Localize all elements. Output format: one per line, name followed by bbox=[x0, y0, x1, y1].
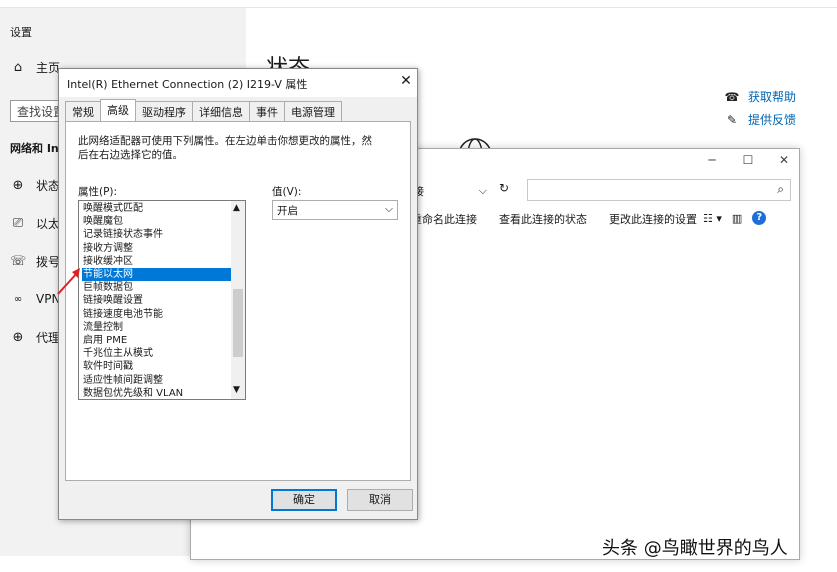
chevron-down-icon: ⌵ bbox=[385, 203, 393, 215]
rename-connection-button[interactable]: 重命名此连接 bbox=[411, 211, 477, 229]
connection-toolbar: 重命名此连接 查看此连接的状态 更改此连接的设置 bbox=[411, 211, 697, 229]
settings-search-input[interactable]: 查找设置 bbox=[10, 100, 62, 122]
view-controls: ☷ ▾ ▥ ? bbox=[703, 211, 767, 225]
nav-proxy-label: 代理 bbox=[36, 330, 61, 345]
nav-home[interactable]: ⌂ 主页 bbox=[10, 56, 60, 78]
get-help-link[interactable]: ☎ 获取帮助 bbox=[724, 88, 797, 105]
annotation-arrow-icon bbox=[57, 268, 80, 295]
ok-button[interactable]: 确定 bbox=[271, 489, 337, 511]
feedback-link[interactable]: ✎ 提供反馈 bbox=[724, 111, 796, 128]
preview-pane-icon[interactable]: ▥ bbox=[732, 212, 742, 225]
property-item[interactable]: 唤醒模式匹配 bbox=[82, 202, 232, 215]
property-item[interactable]: 记录链接状态事件 bbox=[82, 228, 232, 241]
chevron-down-icon: ⌵ bbox=[478, 184, 487, 197]
scroll-thumb[interactable] bbox=[233, 289, 243, 357]
change-settings-button[interactable]: 更改此连接的设置 bbox=[609, 211, 697, 229]
property-list[interactable]: 唤醒模式匹配 唤醒魔包 记录链接状态事件 接收方调整 接收缓冲区 节能以太网 巨… bbox=[78, 200, 246, 400]
tab-details[interactable]: 详细信息 bbox=[192, 101, 250, 121]
top-edge bbox=[0, 0, 837, 8]
ethernet-icon: ⎚ bbox=[12, 215, 24, 231]
feedback-label: 提供反馈 bbox=[748, 113, 797, 127]
property-item[interactable]: 数据包优先级和 VLAN bbox=[82, 387, 232, 399]
view-status-button[interactable]: 查看此连接的状态 bbox=[499, 211, 587, 229]
tab-advanced[interactable]: 高级 bbox=[100, 99, 136, 121]
maximize-button[interactable]: ☐ bbox=[737, 153, 759, 171]
tab-events[interactable]: 事件 bbox=[249, 101, 285, 121]
property-item-selected[interactable]: 节能以太网 bbox=[82, 268, 232, 282]
view-options-icon[interactable]: ☷ ▾ bbox=[703, 212, 722, 225]
cancel-button[interactable]: 取消 bbox=[347, 489, 413, 511]
value-select[interactable]: 开启 ⌵ bbox=[272, 200, 398, 220]
nav-status-label: 状态 bbox=[36, 178, 61, 193]
tab-general[interactable]: 常规 bbox=[65, 101, 101, 121]
close-window-button[interactable]: ✕ bbox=[773, 153, 795, 171]
property-label: 属性(P): bbox=[78, 186, 118, 198]
home-icon: ⌂ bbox=[13, 59, 23, 75]
settings-title: 设置 bbox=[10, 26, 32, 39]
proxy-icon: ⊕ bbox=[12, 329, 24, 345]
description-text: 此网络适配器可使用下列属性。在左边单击你想更改的属性，然后在右边选择它的值。 bbox=[78, 135, 372, 161]
value-select-text: 开启 bbox=[277, 205, 298, 217]
adapter-properties-dialog: Intel(R) Ethernet Connection (2) I219-V … bbox=[58, 68, 418, 520]
property-item[interactable]: 唤醒魔包 bbox=[82, 215, 232, 228]
get-help-label: 获取帮助 bbox=[748, 90, 797, 104]
nav-home-label: 主页 bbox=[36, 60, 61, 75]
nav-status[interactable]: ⊕ 状态 bbox=[10, 174, 60, 196]
property-item[interactable]: 链接唤醒设置 bbox=[82, 294, 232, 307]
advanced-tab-panel: 此网络适配器可使用下列属性。在左边单击你想更改的属性，然后在右边选择它的值。 属… bbox=[65, 121, 411, 481]
tab-power-management[interactable]: 电源管理 bbox=[284, 101, 342, 121]
feedback-icon: ✎ bbox=[726, 112, 738, 127]
value-label: 值(V): bbox=[272, 186, 302, 198]
property-item[interactable]: 巨帧数据包 bbox=[82, 281, 232, 294]
scroll-down-icon[interactable]: ▼ bbox=[233, 385, 240, 395]
minimize-button[interactable]: ─ bbox=[701, 153, 723, 171]
tab-driver[interactable]: 驱动程序 bbox=[135, 101, 193, 121]
help-icon: ☎ bbox=[724, 89, 740, 104]
list-scrollbar[interactable]: ▲ ▼ bbox=[231, 201, 245, 399]
dialup-icon: ☏ bbox=[10, 253, 27, 269]
property-item[interactable]: 千兆位主从模式 bbox=[82, 347, 232, 360]
search-icon: ⌕ bbox=[777, 182, 784, 196]
watermark-text: 头条 @鸟瞰世界的鸟人 bbox=[602, 538, 788, 559]
property-item[interactable]: 链接速度电池节能 bbox=[82, 308, 232, 321]
status-icon: ⊕ bbox=[12, 177, 24, 193]
scroll-up-icon[interactable]: ▲ bbox=[233, 203, 240, 213]
property-item[interactable]: 接收方调整 bbox=[82, 242, 232, 255]
property-item[interactable]: 启用 PME bbox=[82, 334, 232, 347]
address-dropdown[interactable]: 接 ⌵ bbox=[409, 181, 493, 201]
dialog-tabs: 常规 高级 驱动程序 详细信息 事件 电源管理 bbox=[65, 99, 342, 121]
property-item[interactable]: 接收缓冲区 bbox=[82, 255, 232, 268]
network-search-input[interactable]: ⌕ bbox=[527, 179, 791, 201]
vpn-icon: ∞ bbox=[13, 293, 23, 305]
property-item[interactable]: 适应性帧间距调整 bbox=[82, 374, 232, 387]
property-item[interactable]: 软件时间戳 bbox=[82, 360, 232, 373]
property-item[interactable]: 流量控制 bbox=[82, 321, 232, 334]
dialog-close-button[interactable]: ✕ bbox=[397, 73, 415, 91]
refresh-button[interactable]: ↻ bbox=[493, 181, 515, 201]
dialog-title: Intel(R) Ethernet Connection (2) I219-V … bbox=[59, 69, 417, 97]
help-question-icon[interactable]: ? bbox=[752, 211, 767, 225]
nav-proxy[interactable]: ⊕ 代理 bbox=[10, 326, 60, 348]
